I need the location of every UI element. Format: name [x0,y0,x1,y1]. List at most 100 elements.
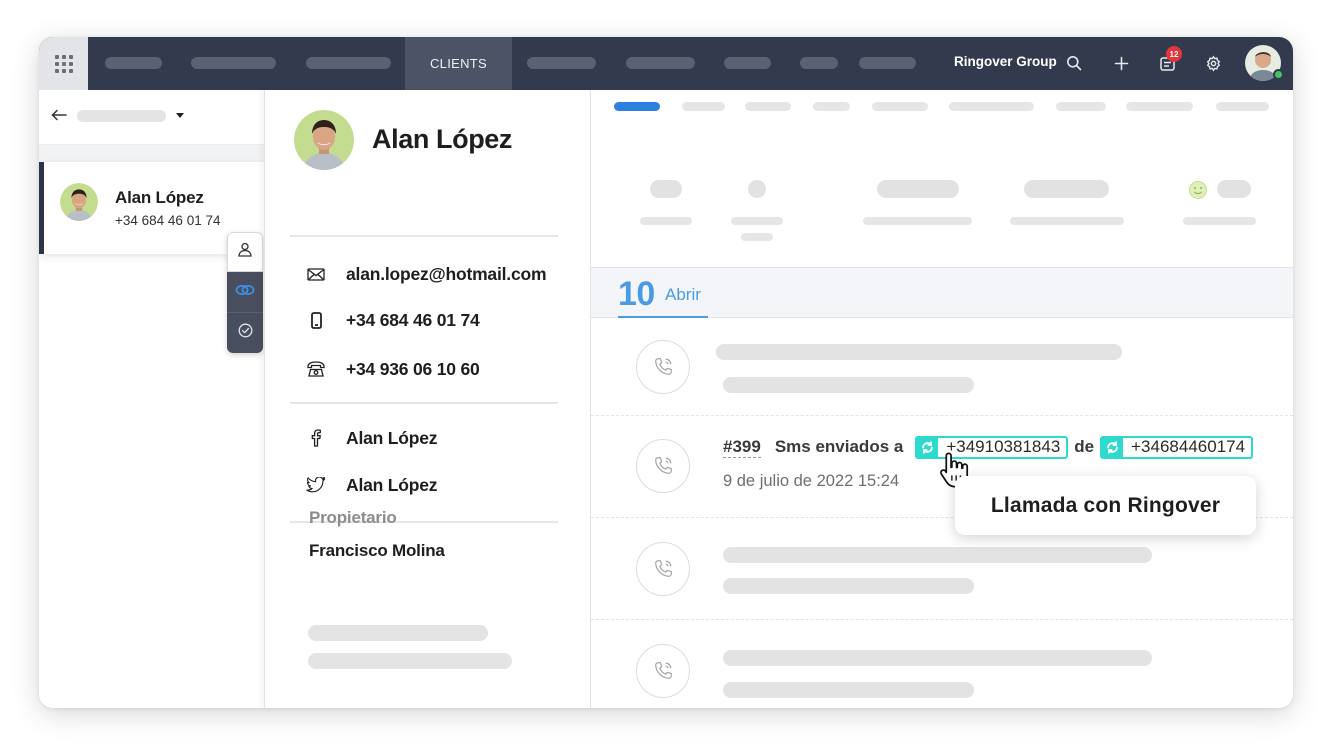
twitter-value: Alan López [346,474,438,495]
selection-indicator [39,162,44,254]
landline-value: +34 936 06 10 60 [346,358,480,379]
grid-icon [54,54,73,73]
date-month: Abrir [665,285,701,304]
contact-avatar [60,183,98,221]
facebook-row[interactable]: Alan López [305,426,438,450]
phone-call-icon [636,644,690,698]
stat-label-placeholder [1183,217,1256,225]
stat-placeholder [1024,180,1109,198]
stat-placeholder [748,180,766,198]
plus-icon[interactable] [1110,52,1132,74]
caret-down-icon[interactable] [176,113,184,118]
list-filter-selector[interactable] [77,110,166,122]
stat-placeholder [650,180,682,198]
tab-placeholder[interactable] [1126,102,1193,111]
event-date: 9 de julio de 2022 15:24 [723,472,900,490]
search-icon[interactable] [1063,52,1085,74]
integration-tool[interactable] [227,272,263,312]
profile-name: Alan López [372,124,513,154]
contact-tools-toolbar [227,232,263,353]
timeline-item[interactable] [591,318,1293,416]
facebook-icon [305,427,327,449]
stat-label-placeholder [741,233,773,241]
twitter-icon [305,474,327,496]
check-circle-icon [238,323,253,343]
placeholder-line [723,682,974,698]
contact-details-panel: Alan López alan.lopez@hotmail.com +34 68… [264,90,591,708]
apps-menu-button[interactable] [39,37,88,90]
stat-label-placeholder [731,217,783,225]
sms-event-line: #399 Sms enviados a +34910381843 de +346… [723,435,1254,459]
twitter-row[interactable]: Alan López [305,473,438,497]
tab-active[interactable] [614,102,660,111]
email-row[interactable]: alan.lopez@hotmail.com [305,262,547,286]
user-icon [238,242,252,262]
tasks-tool[interactable] [227,312,263,353]
ringover-sync-icon [1102,437,1124,457]
nav-tab-placeholder-8[interactable] [859,57,916,69]
divider [290,235,558,237]
landline-row[interactable]: +34 936 06 10 60 [305,357,480,381]
event-description: Sms enviados a [774,437,904,456]
online-status-indicator [1273,69,1284,80]
phone-call-icon [636,439,690,493]
from-number: +34684460174 [1131,437,1246,456]
divider [290,402,558,404]
tab-placeholder[interactable] [1216,102,1269,111]
placeholder-line [716,344,1122,360]
timeline-panel: 10 Abrir [591,90,1293,708]
app-window: CLIENTS Ringover Group 12 Alan López +34… [39,37,1293,708]
envelope-icon [305,263,327,285]
placeholder-field [308,653,512,669]
tab-placeholder[interactable] [682,102,725,111]
timeline-date-header: 10 Abrir [591,267,1293,318]
ringover-number-chip-from[interactable]: +34684460174 [1100,435,1254,459]
nav-tab-placeholder-5[interactable] [626,57,695,69]
list-gap [39,145,264,162]
nav-tab-placeholder-3[interactable] [306,57,391,69]
placeholder-field [308,625,488,641]
mobile-row[interactable]: +34 684 46 01 74 [305,308,480,332]
owner-label: Propietario [309,508,397,527]
link-rings-icon [235,283,255,301]
organization-name[interactable]: Ringover Group [954,54,1057,69]
stat-placeholder [877,180,959,198]
date-day: 10 [618,275,655,313]
placeholder-line [723,650,1152,666]
placeholder-line [723,578,974,594]
nav-tab-placeholder-7[interactable] [800,57,838,69]
contact-name: Alan López [115,188,204,207]
telephone-icon [305,358,327,380]
event-id-link[interactable]: #399 [723,437,761,458]
facebook-value: Alan López [346,427,438,448]
stat-placeholder [1217,180,1251,198]
nav-tab-placeholder-2[interactable] [191,57,276,69]
placeholder-line [723,547,1152,563]
notification-badge: 12 [1166,46,1182,62]
tab-placeholder[interactable] [745,102,791,111]
owner-value[interactable]: Francisco Molina [309,541,445,561]
stat-label-placeholder [863,217,972,225]
tab-placeholder[interactable] [813,102,850,111]
tab-placeholder[interactable] [1056,102,1106,111]
smiley-icon [1189,181,1207,199]
nav-tab-placeholder-6[interactable] [724,57,771,69]
mobile-phone-icon [305,309,327,331]
nav-tab-placeholder-1[interactable] [105,57,162,69]
contact-list-panel: Alan López +34 684 46 01 74 [39,90,264,708]
ringover-sync-icon [917,437,939,457]
timeline-item[interactable] [591,620,1293,708]
arrow-left-icon[interactable] [49,105,69,125]
gear-icon[interactable] [1202,52,1224,74]
tab-placeholder[interactable] [872,102,928,111]
contact-phone: +34 684 46 01 74 [115,213,221,228]
phone-call-icon [636,340,690,394]
stat-label-placeholder [1010,217,1124,225]
tab-placeholder[interactable] [949,102,1034,111]
nav-tab-clients[interactable]: CLIENTS [405,37,512,90]
profile-avatar [294,110,354,170]
nav-tab-placeholder-4[interactable] [527,57,596,69]
mobile-value: +34 684 46 01 74 [346,309,480,330]
contact-profile-tool[interactable] [227,232,263,272]
placeholder-line [723,377,974,393]
